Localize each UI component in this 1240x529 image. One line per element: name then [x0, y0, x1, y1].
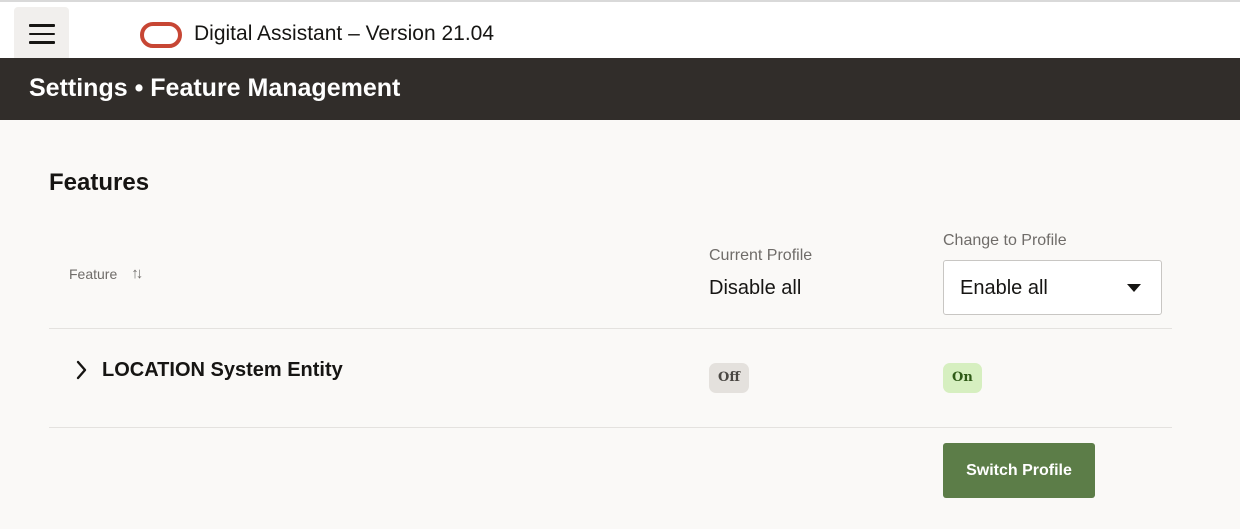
app-title: Digital Assistant – Version 21.04 — [194, 22, 495, 45]
hamburger-icon-line — [28, 32, 55, 36]
current-profile-label: Current Profile — [709, 247, 813, 264]
target-status-badge: On — [943, 363, 982, 393]
change-to-profile-label: Change to Profile — [943, 232, 1067, 249]
profile-select[interactable]: Enable all — [943, 260, 1162, 315]
profile-select-value: Enable all — [960, 277, 1048, 299]
oracle-logo-icon — [140, 22, 182, 48]
hamburger-menu-button[interactable] — [14, 7, 69, 61]
current-status-badge: Off — [709, 363, 749, 393]
page-header: Settings • Feature Management — [0, 58, 1240, 120]
feature-column-label: Feature — [69, 265, 118, 282]
features-section-title: Features — [49, 169, 150, 196]
chevron-right-icon[interactable] — [72, 358, 92, 382]
header-divider — [49, 328, 1172, 329]
row-divider — [49, 427, 1172, 428]
current-profile-value: Disable all — [709, 277, 802, 299]
feature-column-header[interactable]: Feature ↑↓ — [69, 265, 143, 282]
top-bar: Digital Assistant – Version 21.04 — [0, 0, 1240, 61]
switch-profile-button[interactable]: Switch Profile — [943, 443, 1095, 498]
feature-name: LOCATION System Entity — [102, 359, 343, 381]
sort-icon[interactable]: ↑↓ — [131, 265, 143, 282]
page-title: Settings • Feature Management — [29, 74, 401, 102]
hamburger-icon-line — [28, 41, 55, 44]
caret-down-icon — [1127, 284, 1141, 292]
hamburger-icon-line — [28, 24, 55, 27]
